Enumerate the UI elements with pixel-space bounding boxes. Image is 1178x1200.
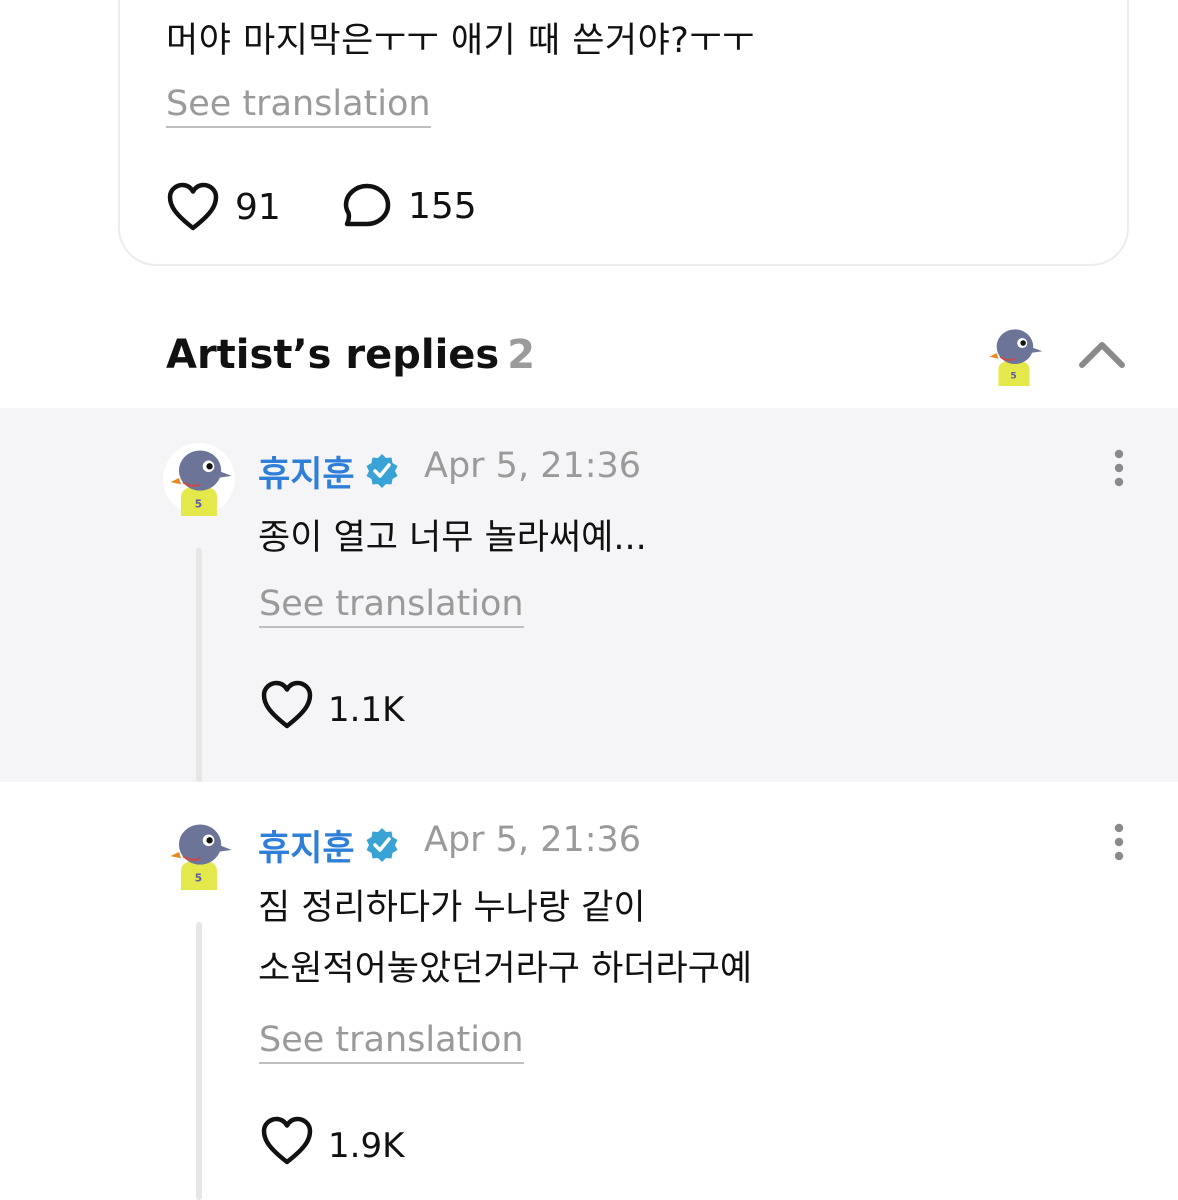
chevron-up-icon[interactable] [1078, 337, 1126, 373]
reply-text: 종이 열고 너무 놀라써예... [258, 518, 647, 558]
verified-badge-icon [364, 452, 400, 492]
svg-text:5: 5 [195, 873, 202, 885]
screen: 머야 마지막은ㅜㅜ 애기 때 쓴거야?ㅜㅜ See translation 91… [0, 0, 1178, 1200]
reply-like-button[interactable]: 1.9K [260, 1116, 404, 1175]
verified-badge-icon [364, 826, 400, 866]
reply-author-name[interactable]: 휴지훈 [258, 820, 355, 871]
reply-like-count: 1.1K [328, 689, 405, 730]
more-options-icon[interactable] [1112, 448, 1126, 492]
reply-author-name[interactable]: 휴지훈 [258, 446, 355, 497]
penguin-avatar-icon[interactable]: 5 [982, 322, 1046, 390]
artist-replies-label: Artist’s replies [166, 332, 500, 378]
post-comment-count: 155 [408, 185, 477, 227]
comment-bubble-icon [342, 182, 392, 230]
heart-icon [166, 182, 220, 232]
more-options-icon[interactable] [1112, 822, 1126, 866]
reply-see-translation-link[interactable]: See translation [259, 584, 524, 628]
post-like-button[interactable]: 91 [166, 182, 281, 232]
thread-line [196, 548, 202, 782]
reply-like-count: 1.9K [328, 1125, 405, 1166]
post-card: 머야 마지막은ㅜㅜ 애기 때 쓴거야?ㅜㅜ See translation 91… [118, 0, 1129, 266]
svg-text:5: 5 [195, 499, 202, 511]
reply-text-line: 소원적어놓았던거라구 하더라구예 [258, 949, 753, 989]
svg-text:5: 5 [1010, 372, 1016, 382]
penguin-avatar-icon[interactable]: 5 [162, 442, 236, 520]
reply-timestamp: Apr 5, 21:36 [424, 446, 642, 486]
reply-text-line: 짐 정리하다가 누나랑 같이 [258, 888, 646, 928]
reply-like-button[interactable]: 1.1K [260, 680, 404, 739]
reply-timestamp: Apr 5, 21:36 [424, 820, 642, 860]
thread-line [196, 922, 202, 1200]
post-comment-button[interactable]: 155 [342, 182, 477, 230]
artist-reply: 5 휴지훈 Apr 5, 21:36 종이 열고 너무 놀라써예... See … [0, 408, 1178, 782]
artist-replies-count: 2 [507, 332, 536, 378]
reply-see-translation-link[interactable]: See translation [259, 1020, 524, 1064]
heart-icon [260, 680, 314, 739]
post-see-translation-link[interactable]: See translation [166, 84, 431, 128]
penguin-avatar-icon[interactable]: 5 [162, 816, 236, 894]
heart-icon [260, 1116, 314, 1175]
post-text: 머야 마지막은ㅜㅜ 애기 때 쓴거야?ㅜㅜ [166, 21, 755, 61]
post-like-count: 91 [235, 186, 281, 228]
reply-text: 짐 정리하다가 누나랑 같이 소원적어놓았던거라구 하더라구예 [258, 878, 752, 1000]
artist-replies-title: Artist’s replies 2 [166, 332, 535, 378]
artist-reply: 5 휴지훈 Apr 5, 21:36 짐 정리하다가 누나랑 같이 소원적어놓았… [0, 782, 1178, 1200]
